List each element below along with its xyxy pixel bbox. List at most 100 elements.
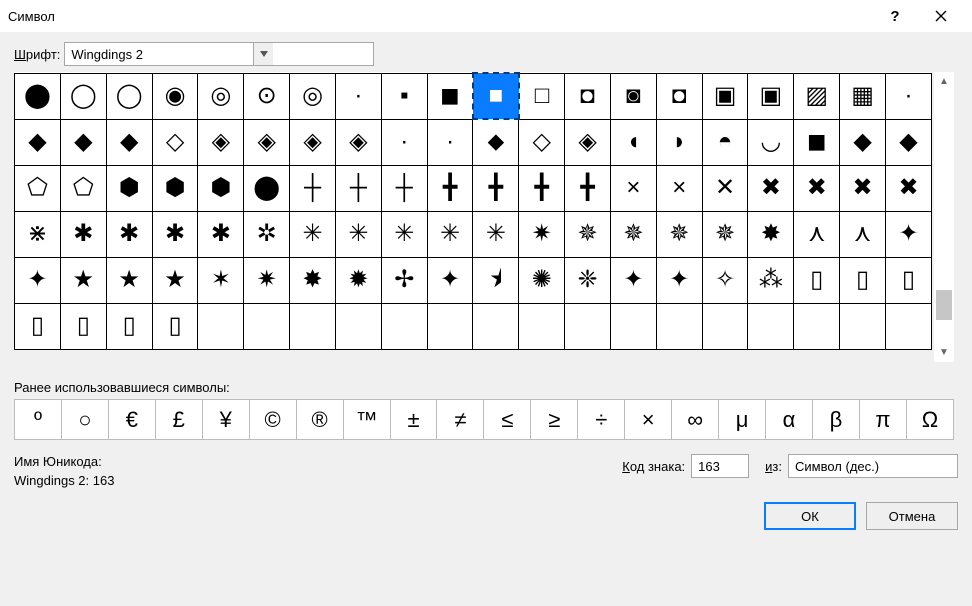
symbol-cell[interactable]: ⬠ [15, 165, 61, 211]
symbol-cell[interactable] [886, 303, 932, 349]
symbol-cell[interactable]: ✱ [198, 211, 244, 257]
symbol-cell[interactable]: ⋇ [15, 211, 61, 257]
recent-symbol-cell[interactable]: ≠ [437, 400, 484, 440]
symbol-cell[interactable]: ◙ [610, 73, 656, 119]
symbol-cell[interactable]: ⯨ [473, 257, 519, 303]
symbol-cell[interactable]: ✵ [565, 211, 611, 257]
symbol-cell[interactable]: ◼ [427, 73, 473, 119]
symbol-cell[interactable] [794, 303, 840, 349]
symbol-cell[interactable]: · [427, 119, 473, 165]
recent-symbol-cell[interactable]: ¥ [202, 400, 249, 440]
symbol-cell[interactable]: ▯ [886, 257, 932, 303]
recent-symbol-cell[interactable]: × [625, 400, 672, 440]
symbol-cell[interactable] [656, 303, 702, 349]
symbol-cell[interactable]: ┼ [336, 165, 382, 211]
symbol-cell[interactable]: ◆ [886, 119, 932, 165]
symbol-cell[interactable] [519, 303, 565, 349]
symbol-cell[interactable]: ◉ [152, 73, 198, 119]
symbol-cell[interactable]: ▯ [152, 303, 198, 349]
symbol-cell[interactable]: × [610, 165, 656, 211]
symbol-cell[interactable] [427, 303, 473, 349]
symbol-cell[interactable]: ✳ [427, 211, 473, 257]
symbol-cell[interactable]: ◈ [198, 119, 244, 165]
symbol-cell[interactable]: ⬥ [473, 119, 519, 165]
symbol-cell[interactable]: · [381, 119, 427, 165]
symbol-cell[interactable]: ✵ [656, 211, 702, 257]
symbol-cell[interactable]: ◡ [748, 119, 794, 165]
symbol-cell[interactable]: ✸ [748, 211, 794, 257]
symbol-cell[interactable]: · [336, 73, 382, 119]
symbol-cell[interactable]: ▯ [840, 257, 886, 303]
symbol-cell[interactable] [244, 303, 290, 349]
symbol-cell[interactable]: ⬤ [15, 73, 61, 119]
code-from-combo[interactable] [788, 454, 958, 478]
symbol-cell[interactable]: ◘ [656, 73, 702, 119]
recent-symbol-cell[interactable]: ÷ [578, 400, 625, 440]
symbol-cell[interactable]: ★ [106, 257, 152, 303]
scroll-down-icon[interactable]: ▼ [939, 347, 949, 358]
scroll-up-icon[interactable]: ▲ [939, 76, 949, 87]
symbol-cell[interactable]: ⋏ [794, 211, 840, 257]
symbol-cell[interactable]: ◆ [840, 119, 886, 165]
symbol-cell[interactable]: ⋏ [840, 211, 886, 257]
recent-symbol-cell[interactable]: € [108, 400, 155, 440]
symbol-cell[interactable]: ⬤ [244, 165, 290, 211]
symbol-cell[interactable]: ▣ [748, 73, 794, 119]
symbol-cell[interactable]: ◇ [152, 119, 198, 165]
symbol-cell[interactable] [198, 303, 244, 349]
symbol-cell[interactable]: × [656, 165, 702, 211]
symbol-cell[interactable]: ◆ [15, 119, 61, 165]
symbol-cell[interactable] [702, 303, 748, 349]
symbol-cell[interactable]: ⊙ [244, 73, 290, 119]
char-code-input[interactable] [691, 454, 749, 478]
recent-symbol-cell[interactable]: ™ [343, 400, 390, 440]
font-dropdown-button[interactable] [253, 43, 273, 65]
help-button[interactable]: ? [872, 0, 918, 32]
symbol-cell[interactable]: ⬢ [198, 165, 244, 211]
symbol-cell[interactable]: ┼ [290, 165, 336, 211]
recent-symbol-cell[interactable]: π [859, 400, 906, 440]
symbol-cell[interactable]: ✦ [15, 257, 61, 303]
scroll-thumb[interactable] [936, 290, 952, 320]
symbol-cell[interactable]: ✱ [106, 211, 152, 257]
symbol-cell[interactable]: ★ [60, 257, 106, 303]
symbol-cell[interactable]: ✦ [610, 257, 656, 303]
symbol-cell[interactable]: ■ [473, 73, 519, 119]
symbol-cell[interactable]: ◘ [565, 73, 611, 119]
symbol-cell[interactable]: ◆ [60, 119, 106, 165]
symbol-cell[interactable]: ⬠ [60, 165, 106, 211]
symbol-cell[interactable]: · [886, 73, 932, 119]
symbol-cell[interactable]: ✶ [198, 257, 244, 303]
cancel-button[interactable]: Отмена [866, 502, 958, 530]
symbol-cell[interactable]: ◖ [610, 119, 656, 165]
symbol-cell[interactable]: ◆ [106, 119, 152, 165]
code-from-input[interactable] [789, 455, 972, 477]
symbol-cell[interactable]: ✦ [656, 257, 702, 303]
symbol-cell[interactable]: ╋ [473, 165, 519, 211]
recent-symbol-cell[interactable]: º [15, 400, 62, 440]
symbol-cell[interactable]: ✖ [886, 165, 932, 211]
ok-button[interactable]: ОК [764, 502, 856, 530]
symbol-cell[interactable]: ◈ [565, 119, 611, 165]
recent-symbol-cell[interactable]: © [249, 400, 296, 440]
symbol-cell[interactable]: ╋ [427, 165, 473, 211]
symbol-cell[interactable]: ✦ [427, 257, 473, 303]
symbol-cell[interactable]: ✳ [290, 211, 336, 257]
symbol-cell[interactable]: ▯ [106, 303, 152, 349]
symbol-cell[interactable]: ⁂ [748, 257, 794, 303]
symbol-cell[interactable]: ◈ [244, 119, 290, 165]
font-input[interactable] [65, 43, 253, 65]
recent-symbol-cell[interactable]: ≥ [531, 400, 578, 440]
recent-symbol-cell[interactable]: Ω [906, 400, 953, 440]
symbol-cell[interactable]: ✸ [290, 257, 336, 303]
recent-symbol-cell[interactable]: ∞ [672, 400, 719, 440]
symbol-cell[interactable]: ✧ [702, 257, 748, 303]
symbol-cell[interactable]: ◯ [106, 73, 152, 119]
symbol-cell[interactable]: ✳ [336, 211, 382, 257]
symbol-cell[interactable]: ✳ [473, 211, 519, 257]
symbol-cell[interactable]: ✳ [381, 211, 427, 257]
symbol-cell[interactable] [290, 303, 336, 349]
symbol-cell[interactable]: ✖ [794, 165, 840, 211]
symbol-cell[interactable]: ✢ [381, 257, 427, 303]
symbol-cell[interactable]: ⬢ [106, 165, 152, 211]
